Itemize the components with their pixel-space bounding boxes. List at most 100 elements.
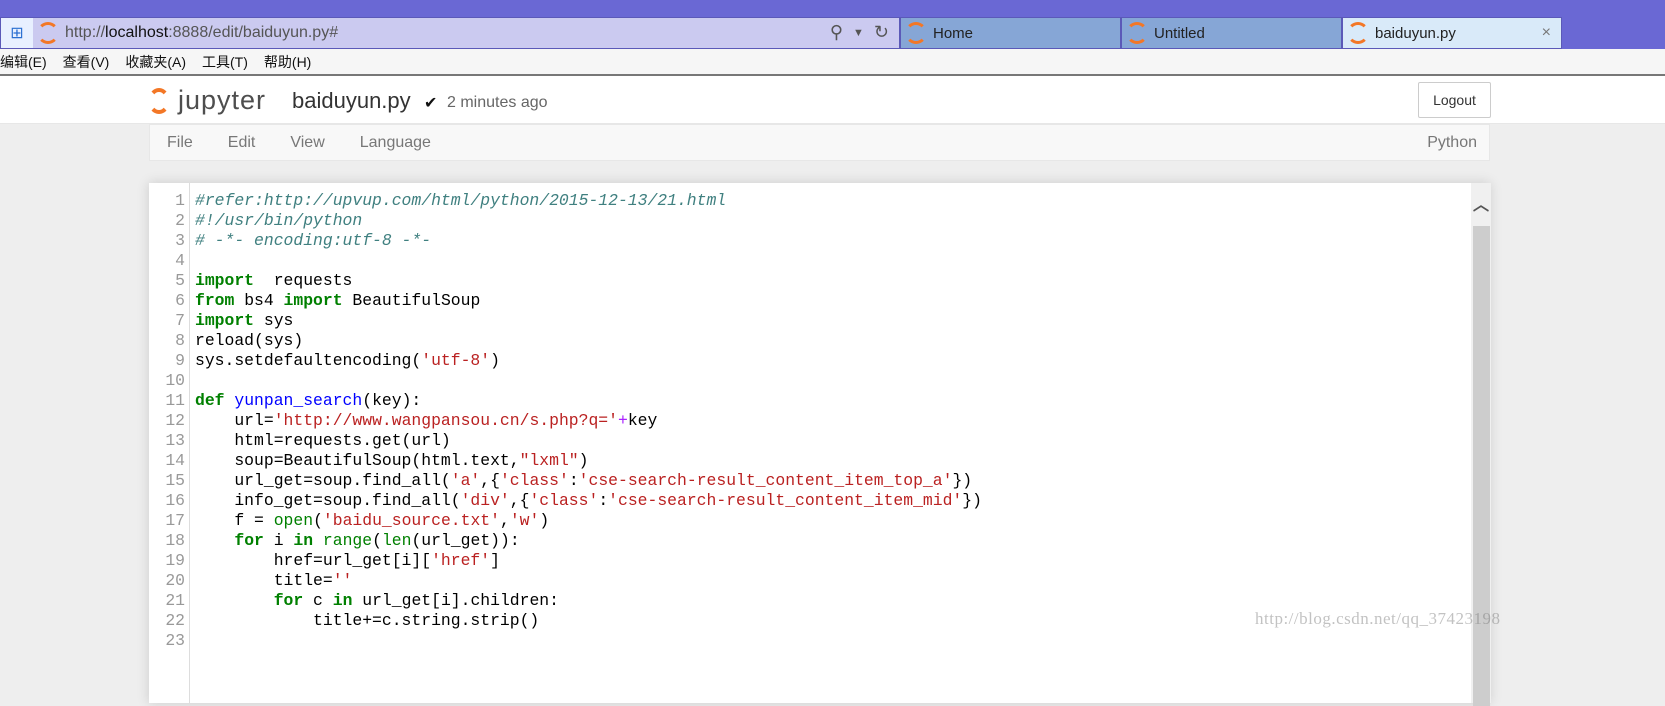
code-line[interactable]: 12 url='http://www.wangpansou.cn/s.php?q…: [149, 411, 1469, 431]
code-text: title+=c.string.strip(): [195, 611, 539, 631]
code-line[interactable]: 5 import requests: [149, 271, 1469, 291]
tab-baiduyun[interactable]: baiduyun.py ×: [1342, 17, 1562, 49]
menu-view[interactable]: 查看(V): [63, 52, 110, 72]
jupyter-logo-icon: [148, 87, 170, 114]
jupyter-logo[interactable]: jupyter: [148, 85, 266, 116]
code-text: # -*- encoding:utf-8 -*-: [195, 231, 431, 251]
menu-language[interactable]: Language: [360, 134, 431, 152]
code-line[interactable]: 11 def yunpan_search(key):: [149, 391, 1469, 411]
address-bar[interactable]: ⊞ http://localhost:8888/edit/baiduyun.py…: [0, 17, 900, 49]
line-number: 22: [165, 611, 185, 630]
line-number: 8: [175, 331, 185, 350]
code-token: url=: [195, 411, 274, 430]
code-token: url_get[i].children:: [352, 591, 559, 610]
code-text: url_get=soup.find_all('a',{'class':'cse-…: [195, 471, 972, 491]
code-token: import: [195, 271, 255, 290]
line-number: 5: [175, 271, 185, 290]
code-text: reload(sys): [195, 331, 303, 351]
code-token: 'href': [431, 551, 491, 570]
line-number: 20: [165, 571, 185, 590]
line-number: 13: [165, 431, 185, 450]
editor-menubar: File Edit View Language Python: [149, 124, 1490, 161]
code-text: #!/usr/bin/python: [195, 211, 362, 231]
logout-button[interactable]: Logout: [1418, 82, 1491, 118]
code-line[interactable]: 15 url_get=soup.find_all('a',{'class':'c…: [149, 471, 1469, 491]
tab-untitled[interactable]: Untitled: [1121, 17, 1342, 49]
code-line[interactable]: 4: [149, 251, 1469, 271]
address-url[interactable]: http://localhost:8888/edit/baiduyun.py#: [65, 24, 338, 42]
menu-edit[interactable]: 编辑(E): [0, 52, 47, 72]
code-line[interactable]: 23: [149, 631, 1469, 651]
menu-file[interactable]: File: [167, 134, 193, 152]
code-token: yunpan_search: [234, 391, 363, 410]
code-line[interactable]: 18 for i in range(len(url_get)):: [149, 531, 1469, 551]
code-line[interactable]: 8 reload(sys): [149, 331, 1469, 351]
code-token: '': [332, 571, 353, 590]
code-token: soup=BeautifulSoup(html.text,: [195, 451, 520, 470]
code-token: range: [322, 531, 373, 550]
code-line[interactable]: 2 #!/usr/bin/python: [149, 211, 1469, 231]
code-line[interactable]: 14 soup=BeautifulSoup(html.text,"lxml"): [149, 451, 1469, 471]
code-line[interactable]: 13 html=requests.get(url): [149, 431, 1469, 451]
code-token: requests: [254, 271, 353, 290]
code-text: def yunpan_search(key):: [195, 391, 421, 411]
code-text: for c in url_get[i].children:: [195, 591, 559, 611]
code-token: 'div': [460, 491, 510, 510]
refresh-icon[interactable]: ↻: [874, 22, 889, 44]
code-token: f =: [195, 511, 274, 530]
site-favicon-icon: [37, 22, 59, 44]
code-token: :: [568, 471, 579, 490]
code-line[interactable]: 16 info_get=soup.find_all('div',{'class'…: [149, 491, 1469, 511]
code-token: #refer:http://upvup.com/html/python/2015…: [195, 191, 727, 210]
dropdown-icon[interactable]: ▼: [853, 22, 864, 44]
tab-label: Home: [933, 24, 974, 42]
menu-view[interactable]: View: [290, 134, 324, 152]
code-line[interactable]: 9 sys.setdefaultencoding('utf-8'): [149, 351, 1469, 371]
tab-label: baiduyun.py: [1375, 24, 1456, 42]
menu-favorites[interactable]: 收藏夹(A): [125, 52, 186, 72]
scrollbar-thumb[interactable]: [1473, 226, 1490, 706]
code-token: url_get=soup.find_all(: [195, 471, 451, 490]
code-token: reload(sys): [195, 331, 304, 350]
url-prefix: http://: [65, 24, 106, 41]
line-number: 18: [165, 531, 185, 550]
code-token: ,{: [480, 471, 500, 490]
code-token: from: [195, 291, 235, 310]
code-text: url='http://www.wangpansou.cn/s.php?q='+…: [195, 411, 657, 431]
code-line[interactable]: 17 f = open('baidu_source.txt','w'): [149, 511, 1469, 531]
code-line[interactable]: 1 #refer:http://upvup.com/html/python/201…: [149, 191, 1469, 211]
chevron-up-icon[interactable]: ︿: [1471, 183, 1491, 223]
code-line[interactable]: 21 for c in url_get[i].children:: [149, 591, 1469, 611]
kernel-language: Python: [1427, 133, 1477, 151]
window-title-bar: [0, 0, 1665, 17]
file-name[interactable]: baiduyun.py: [292, 88, 411, 114]
shield-icon[interactable]: ⊞: [1, 18, 33, 48]
code-line[interactable]: 19 href=url_get[i]['href']: [149, 551, 1469, 571]
code-lines[interactable]: 1 #refer:http://upvup.com/html/python/201…: [149, 191, 1469, 651]
close-tab-icon[interactable]: ×: [1542, 24, 1551, 42]
code-line[interactable]: 3 # -*- encoding:utf-8 -*-: [149, 231, 1469, 251]
code-line[interactable]: 6 from bs4 import BeautifulSoup: [149, 291, 1469, 311]
tab-home[interactable]: Home: [900, 17, 1121, 49]
menu-help[interactable]: 帮助(H): [264, 52, 311, 72]
code-token: key: [627, 411, 658, 430]
menu-edit[interactable]: Edit: [228, 134, 256, 152]
code-line[interactable]: 7 import sys: [149, 311, 1469, 331]
jupyter-wordmark: jupyter: [178, 85, 267, 115]
browser-menubar: 编辑(E) 查看(V) 收藏夹(A) 工具(T) 帮助(H): [0, 49, 1665, 76]
search-icon[interactable]: ⚲: [830, 22, 843, 44]
code-token: import: [283, 291, 343, 310]
menu-tools[interactable]: 工具(T): [202, 52, 248, 72]
code-token: ,{: [509, 491, 530, 510]
code-token: (url_get)):: [411, 531, 520, 550]
code-token: 'http://www.wangpansou.cn/s.php?q=': [273, 411, 618, 430]
code-text: href=url_get[i]['href']: [195, 551, 500, 571]
code-line[interactable]: 20 title='': [149, 571, 1469, 591]
code-token: 'cse-search-result_content_item_mid': [608, 491, 963, 510]
code-token: info_get=soup.find_all(: [195, 491, 461, 510]
line-number: 16: [165, 491, 185, 510]
code-line[interactable]: 10: [149, 371, 1469, 391]
code-text: sys.setdefaultencoding('utf-8'): [195, 351, 500, 371]
